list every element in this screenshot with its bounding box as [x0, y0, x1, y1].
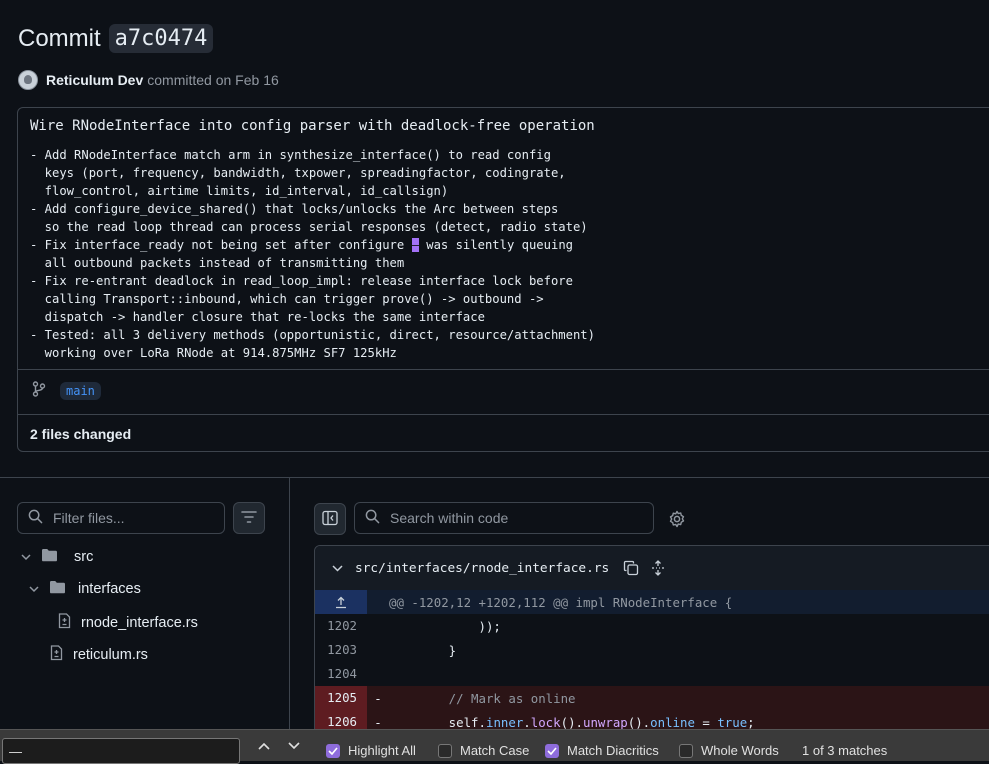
tree-item-rnode-interface[interactable]: rnode_interface.rs	[58, 613, 198, 633]
line-number[interactable]: 1204	[315, 662, 367, 686]
commit-message-body: - Add RNodeInterface match arm in synthe…	[30, 148, 595, 360]
diff-file-panel: src/interfaces/rnode_interface.rs @@ -12…	[314, 545, 989, 745]
tree-item-src[interactable]: src	[19, 548, 93, 566]
find-highlight: —	[411, 238, 419, 252]
deleted-code-line: 1205 - // Mark as online	[315, 686, 989, 710]
page-title: Commit a7c0474	[18, 24, 214, 53]
code-line: 1203 }	[315, 638, 989, 662]
tree-item-interfaces[interactable]: interfaces	[27, 580, 141, 598]
filter-files-input[interactable]	[17, 502, 225, 534]
code-text: ));	[389, 618, 501, 634]
divider	[18, 414, 989, 415]
commit-sha[interactable]: a7c0474	[108, 24, 214, 53]
line-number[interactable]: 1203	[315, 638, 367, 662]
tree-item-label: rnode_interface.rs	[81, 615, 198, 631]
tree-item-label: src	[74, 549, 94, 565]
toggle-sidebar-button[interactable]	[314, 503, 346, 535]
gear-icon[interactable]	[668, 510, 686, 531]
highlight-all-checkbox[interactable]: Highlight All	[326, 743, 416, 758]
filter-files-field[interactable]	[51, 509, 205, 527]
line-number[interactable]: 1202	[315, 614, 367, 638]
commit-title-prefix: Commit	[18, 24, 101, 52]
hunk-header: @@ -1202,12 +1202,112 @@ impl RNodeInter…	[389, 594, 733, 610]
committed-date: committed on Feb 16	[147, 72, 279, 88]
search-icon	[28, 509, 43, 527]
code-search-input[interactable]	[354, 502, 654, 534]
diff-file-path[interactable]: src/interfaces/rnode_interface.rs	[355, 561, 609, 576]
branch-badge[interactable]: main	[60, 381, 101, 400]
tree-item-label: reticulum.rs	[73, 647, 148, 663]
highlight-all-label: Highlight All	[348, 743, 416, 758]
code-line: 1204	[315, 662, 989, 686]
code-text: self.inner.lock().unwrap().online = true…	[389, 714, 755, 730]
chevron-down-icon	[27, 585, 41, 593]
code-search-field[interactable]	[388, 509, 632, 527]
match-case-label: Match Case	[460, 743, 530, 758]
whole-words-label: Whole Words	[701, 743, 779, 758]
filter-icon	[241, 510, 257, 526]
git-branch-icon	[32, 381, 46, 400]
hunk-header-row: @@ -1202,12 +1202,112 @@ impl RNodeInter…	[315, 590, 989, 614]
file-diff-icon	[50, 645, 63, 665]
author-row: Reticulum Dev committed on Feb 16	[18, 70, 279, 90]
match-case-checkbox[interactable]: Match Case	[438, 743, 529, 758]
checkmark-icon	[326, 743, 340, 758]
find-bar: Highlight All Match Case Match Diacritic…	[0, 729, 989, 764]
whole-words-checkbox[interactable]: Whole Words	[679, 743, 779, 758]
code-text: }	[389, 642, 457, 658]
filter-options-button[interactable]	[233, 502, 265, 534]
match-count: 1 of 3 matches	[802, 743, 888, 758]
tree-item-label: interfaces	[78, 581, 141, 597]
copy-icon[interactable]	[623, 560, 639, 576]
folder-icon	[49, 580, 66, 598]
match-diacritics-label: Match Diacritics	[567, 743, 659, 758]
checkbox-icon	[679, 743, 693, 758]
commit-message-title: Wire RNodeInterface into config parser w…	[30, 118, 595, 134]
author-name[interactable]: Reticulum Dev	[46, 72, 143, 88]
expand-all-icon[interactable]	[651, 560, 665, 576]
commit-message-box: Wire RNodeInterface into config parser w…	[17, 107, 989, 452]
divider	[18, 369, 989, 370]
code-text: // Mark as online	[389, 690, 576, 706]
chevron-down-icon	[19, 553, 33, 561]
line-number[interactable]: 1205	[315, 686, 367, 710]
file-diff-icon	[58, 613, 71, 633]
tree-item-reticulum[interactable]: reticulum.rs	[50, 645, 148, 665]
folder-icon	[41, 548, 58, 566]
avatar[interactable]	[18, 70, 38, 90]
pane-divider[interactable]	[289, 478, 290, 730]
chevron-up-icon[interactable]	[256, 738, 272, 754]
checkbox-icon	[438, 743, 452, 758]
chevron-down-icon[interactable]	[286, 738, 302, 754]
code-line: 1202 ));	[315, 614, 989, 638]
branch-row: main	[32, 381, 101, 400]
sidebar-collapse-icon	[322, 510, 338, 529]
expand-up-icon[interactable]	[315, 590, 367, 614]
files-changed-count: 2 files changed	[30, 426, 132, 442]
search-icon	[365, 509, 380, 527]
checkmark-icon	[545, 743, 559, 758]
diff-file-header: src/interfaces/rnode_interface.rs	[315, 546, 989, 590]
chevron-down-icon[interactable]	[332, 564, 343, 572]
find-input[interactable]	[2, 738, 240, 764]
match-diacritics-checkbox[interactable]: Match Diacritics	[545, 743, 659, 758]
